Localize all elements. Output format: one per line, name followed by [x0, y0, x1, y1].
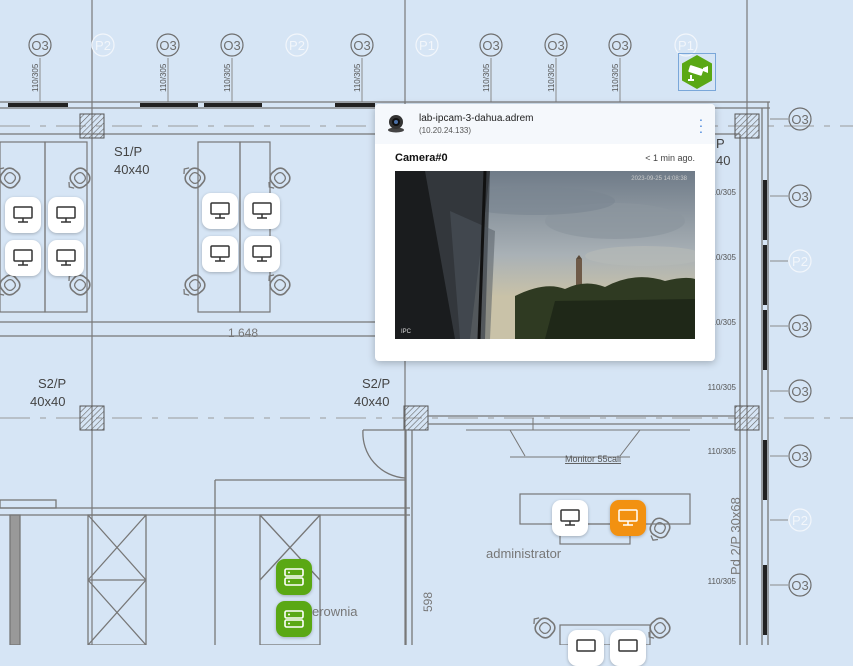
monitor-icon	[210, 245, 230, 262]
dimension-label: 110/305	[547, 63, 556, 92]
height-dimension: 598	[421, 592, 435, 612]
workstation-device[interactable]	[202, 236, 238, 272]
grid-axis-label: P2	[792, 513, 808, 528]
camera-timestamp: 2023-09-25 14:08:38	[631, 176, 687, 182]
workstation-device[interactable]	[202, 193, 238, 229]
dimension-label: 110/305	[708, 383, 737, 392]
grid-axis-label: O3	[611, 38, 628, 53]
width-dimension: 1 648	[228, 326, 258, 340]
dimension-label: 110/305	[611, 63, 620, 92]
grid-axis-label: P2	[95, 38, 111, 53]
grid-axis-label: O3	[791, 112, 808, 127]
grid-axis-label: O3	[547, 38, 564, 53]
pillar-2-size: 40x40	[30, 394, 65, 409]
device-ip: (10.20.24.133)	[419, 126, 472, 135]
monitor-icon	[560, 509, 580, 526]
workstation-device[interactable]	[48, 240, 84, 276]
server-device[interactable]	[276, 601, 312, 637]
camera-title: Camera#0	[395, 152, 448, 164]
room-server: erownia	[312, 604, 358, 619]
pillar-1-size: 40x40	[114, 162, 149, 177]
workstation-device[interactable]	[552, 500, 588, 536]
dimension-label: 110/305	[482, 63, 491, 92]
grid-axis-label: O3	[791, 449, 808, 464]
pillar-2-label: S2/P	[38, 376, 66, 391]
workstation-device[interactable]	[244, 193, 280, 229]
grid-axis-label: O3	[482, 38, 499, 53]
ipcam-icon	[388, 115, 404, 133]
dimension-label: 110/305	[223, 63, 232, 92]
room-administrator: administrator	[486, 546, 562, 561]
grid-axis-label: O3	[791, 384, 808, 399]
pillar-1-label: S1/P	[114, 144, 142, 159]
grid-axis-label: O3	[223, 38, 240, 53]
popup-header: lab-ipcam-3-dahua.adrem (10.20.24.133) ·…	[375, 104, 715, 144]
monitor-icon	[252, 245, 272, 262]
monitor-icon	[56, 206, 76, 223]
dimension-label: 110/305	[353, 63, 362, 92]
monitor-label: Monitor 55cali	[565, 454, 621, 464]
pillar-3-label: S2/P	[362, 376, 390, 391]
security-camera-icon	[678, 53, 716, 91]
device-popup: lab-ipcam-3-dahua.adrem (10.20.24.133) ·…	[375, 104, 715, 361]
workstation-device-warning[interactable]	[610, 500, 646, 536]
grid-axis-label: P2	[289, 38, 305, 53]
dimension-label: 110/305	[31, 63, 40, 92]
grid-axis-label: O3	[159, 38, 176, 53]
server-icon	[284, 568, 304, 586]
pillar-3-size: 40x40	[354, 394, 389, 409]
monitor-icon	[210, 202, 230, 219]
camera-overlay-label: IPC	[401, 329, 412, 335]
workstation-device[interactable]	[5, 197, 41, 233]
grid-axis-label: O3	[31, 38, 48, 53]
grid-axis-label: O3	[791, 319, 808, 334]
grid-axis-label: O3	[791, 578, 808, 593]
workstation-device[interactable]	[5, 240, 41, 276]
grid-axis-label: P2	[792, 254, 808, 269]
monitor-icon	[13, 249, 33, 266]
monitor-icon	[13, 206, 33, 223]
workstation-device[interactable]	[568, 630, 604, 666]
dimension-label: 110/305	[159, 63, 168, 92]
partial-p-label: P	[716, 136, 725, 151]
workstation-device[interactable]	[610, 630, 646, 666]
camera-image	[395, 171, 695, 339]
camera-age: < 1 min ago.	[645, 153, 695, 163]
workstation-device[interactable]	[48, 197, 84, 233]
monitor-icon	[576, 639, 596, 652]
monitor-icon	[618, 509, 638, 526]
monitor-icon	[252, 202, 272, 219]
dimension-label: 110/305	[708, 447, 737, 456]
camera-device-marker[interactable]	[678, 53, 716, 91]
partial-40-label: 40	[716, 153, 730, 168]
side-dimension: Pd 2/P 30x68	[728, 497, 743, 575]
grid-axis-label: O3	[353, 38, 370, 53]
kebab-menu-icon[interactable]: · · ·	[697, 112, 705, 138]
monitor-icon	[618, 639, 638, 652]
server-icon	[284, 610, 304, 628]
grid-axis-label: P1	[678, 38, 694, 53]
device-name: lab-ipcam-3-dahua.adrem	[419, 113, 534, 124]
dimension-label: 110/305	[708, 577, 737, 586]
grid-axis-label: O3	[791, 189, 808, 204]
monitor-icon	[56, 249, 76, 266]
server-device[interactable]	[276, 559, 312, 595]
workstation-device[interactable]	[244, 236, 280, 272]
camera-snapshot[interactable]: 2023-09-25 14:08:38 IPC	[395, 171, 695, 339]
grid-axis-label: P1	[419, 38, 435, 53]
